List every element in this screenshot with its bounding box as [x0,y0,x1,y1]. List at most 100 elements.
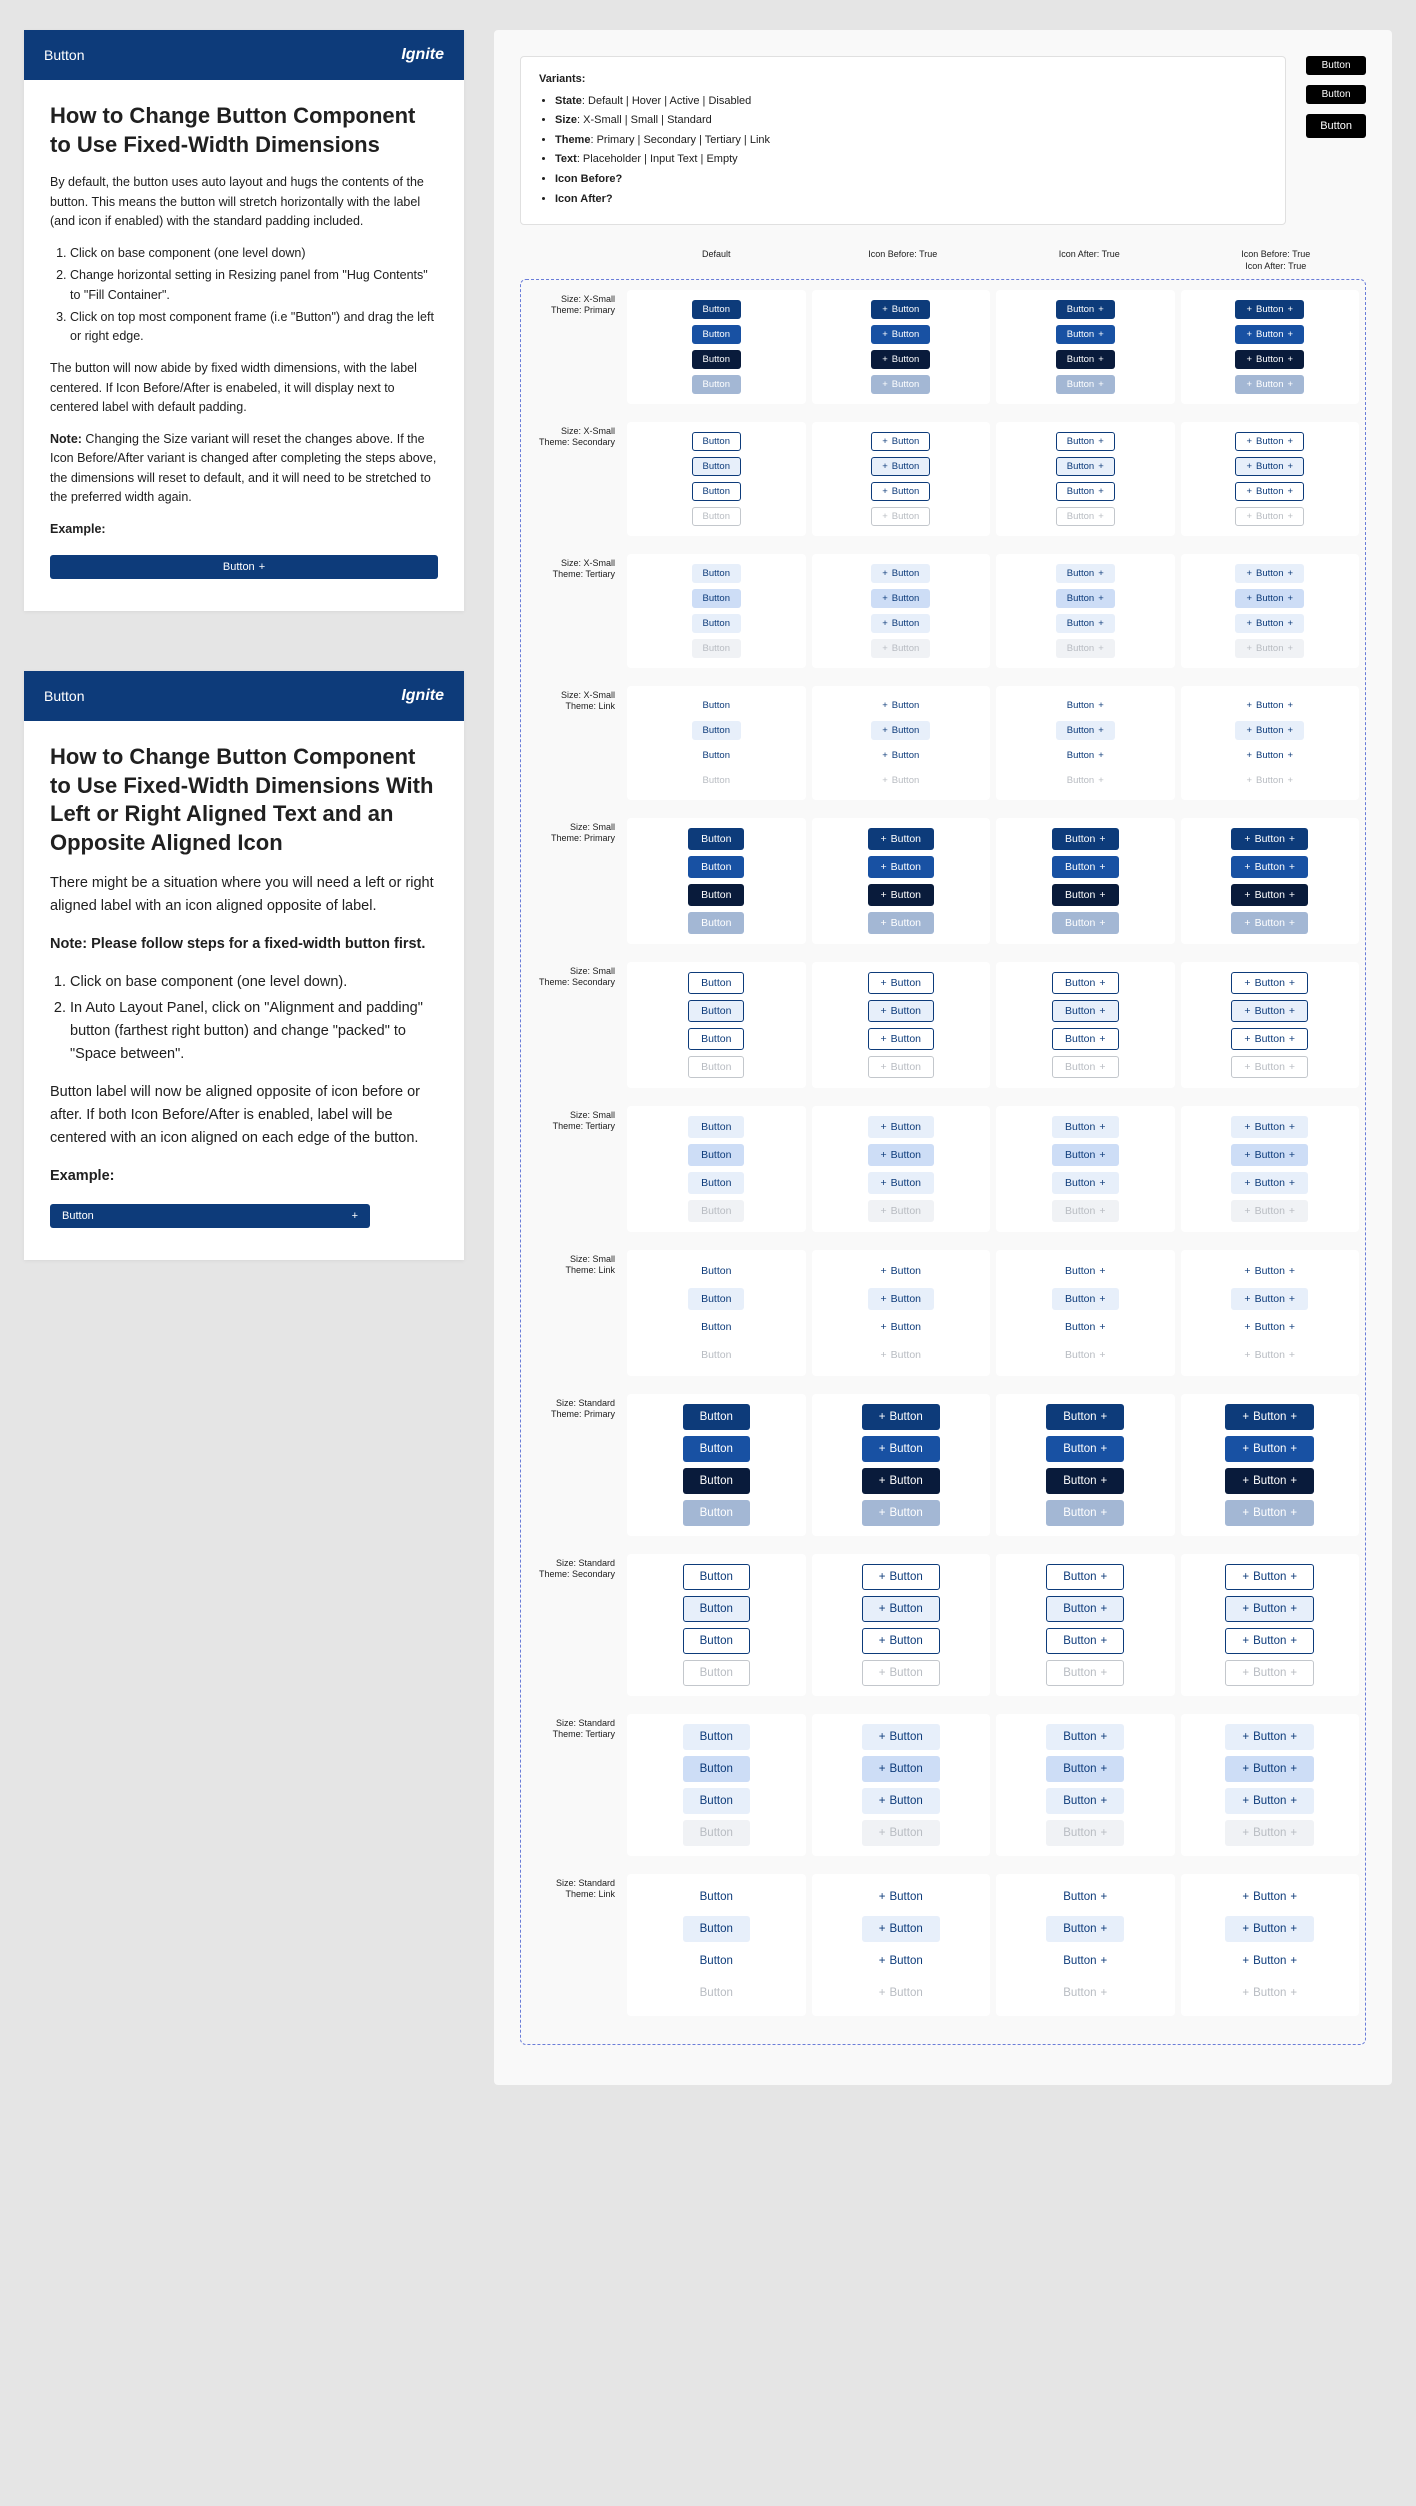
button-primary-std-active[interactable]: Button+ [1046,1468,1124,1494]
button-linkbtn-sm-default[interactable]: Button [688,1260,744,1282]
button-linkbtn-std-disabled[interactable]: +Button [862,1980,940,2006]
button-secondary-sm-active[interactable]: Button+ [1052,1028,1119,1050]
button-linkbtn-xs-hover[interactable]: Button [692,721,741,740]
button-linkbtn-sm-active[interactable]: +Button+ [1231,1316,1308,1338]
button-tertiary-sm-default[interactable]: Button+ [1052,1116,1119,1138]
button-secondary-xs-default[interactable]: +Button [871,432,930,451]
button-linkbtn-std-default[interactable]: Button+ [1046,1884,1124,1910]
button-linkbtn-xs-disabled[interactable]: +Button+ [1235,771,1304,790]
button-primary-xs-active[interactable]: +Button [871,350,930,369]
button-primary-sm-disabled[interactable]: Button+ [1052,912,1119,934]
button-primary-std-default[interactable]: +Button+ [1225,1404,1314,1430]
button-primary-sm-hover[interactable]: +Button+ [1231,856,1308,878]
button-primary-sm-default[interactable]: +Button [868,828,935,850]
button-secondary-std-disabled[interactable]: Button+ [1046,1660,1124,1686]
button-secondary-std-hover[interactable]: +Button+ [1225,1596,1314,1622]
button-primary-xs-active[interactable]: +Button+ [1235,350,1304,369]
button-secondary-std-hover[interactable]: +Button [862,1596,940,1622]
button-primary-std-active[interactable]: +Button+ [1225,1468,1314,1494]
button-tertiary-xs-active[interactable]: Button+ [1056,614,1115,633]
button-primary-xs-disabled[interactable]: Button+ [1056,375,1115,394]
button-tertiary-sm-hover[interactable]: +Button [868,1144,935,1166]
button-tertiary-std-hover[interactable]: +Button+ [1225,1756,1314,1782]
button-linkbtn-sm-hover[interactable]: Button+ [1052,1288,1119,1310]
button-linkbtn-xs-disabled[interactable]: Button [692,771,741,790]
button-linkbtn-sm-default[interactable]: +Button+ [1231,1260,1308,1282]
button-linkbtn-sm-disabled[interactable]: +Button [868,1344,935,1366]
button-tertiary-std-disabled[interactable]: +Button+ [1225,1820,1314,1846]
button-primary-xs-disabled[interactable]: +Button [871,375,930,394]
button-linkbtn-xs-hover[interactable]: +Button [871,721,930,740]
button-tertiary-xs-disabled[interactable]: +Button+ [1235,639,1304,658]
button-secondary-std-disabled[interactable]: +Button [862,1660,940,1686]
button-primary-sm-hover[interactable]: Button+ [1052,856,1119,878]
button-primary-std-default[interactable]: Button [683,1404,750,1430]
button-secondary-sm-active[interactable]: Button [688,1028,744,1050]
button-secondary-xs-disabled[interactable]: +Button [871,507,930,526]
button-linkbtn-xs-default[interactable]: +Button [871,696,930,715]
button-secondary-std-disabled[interactable]: Button [683,1660,750,1686]
button-linkbtn-xs-active[interactable]: Button+ [1056,746,1115,765]
button-secondary-std-active[interactable]: +Button+ [1225,1628,1314,1654]
button-tertiary-sm-disabled[interactable]: +Button+ [1231,1200,1308,1222]
example-button-space-between[interactable]: Button + [50,1204,370,1228]
button-linkbtn-sm-hover[interactable]: +Button [868,1288,935,1310]
button-tertiary-xs-hover[interactable]: +Button [871,589,930,608]
button-tertiary-xs-disabled[interactable]: Button [692,639,741,658]
button-tertiary-std-active[interactable]: +Button+ [1225,1788,1314,1814]
button-secondary-std-default[interactable]: +Button [862,1564,940,1590]
sample-button-std[interactable]: Button [1306,114,1366,138]
button-primary-sm-default[interactable]: +Button+ [1231,828,1308,850]
button-secondary-sm-disabled[interactable]: Button+ [1052,1056,1119,1078]
button-tertiary-xs-active[interactable]: +Button+ [1235,614,1304,633]
button-tertiary-std-disabled[interactable]: Button [683,1820,750,1846]
button-primary-xs-default[interactable]: Button+ [1056,300,1115,319]
button-linkbtn-std-hover[interactable]: +Button+ [1225,1916,1314,1942]
button-tertiary-sm-disabled[interactable]: Button [688,1200,744,1222]
button-linkbtn-sm-disabled[interactable]: +Button+ [1231,1344,1308,1366]
button-linkbtn-sm-default[interactable]: Button+ [1052,1260,1119,1282]
button-secondary-std-active[interactable]: +Button [862,1628,940,1654]
button-linkbtn-std-active[interactable]: +Button+ [1225,1948,1314,1974]
button-secondary-sm-disabled[interactable]: Button [688,1056,744,1078]
button-secondary-sm-active[interactable]: +Button [868,1028,935,1050]
button-secondary-xs-active[interactable]: +Button [871,482,930,501]
button-tertiary-xs-default[interactable]: Button [692,564,741,583]
button-secondary-sm-hover[interactable]: Button+ [1052,1000,1119,1022]
button-secondary-xs-default[interactable]: Button+ [1056,432,1115,451]
button-tertiary-sm-default[interactable]: +Button [868,1116,935,1138]
button-tertiary-sm-hover[interactable]: Button+ [1052,1144,1119,1166]
button-tertiary-xs-default[interactable]: +Button+ [1235,564,1304,583]
button-tertiary-std-default[interactable]: Button [683,1724,750,1750]
button-primary-std-active[interactable]: +Button [862,1468,940,1494]
button-linkbtn-xs-hover[interactable]: +Button+ [1235,721,1304,740]
button-linkbtn-std-active[interactable]: +Button [862,1948,940,1974]
button-primary-sm-disabled[interactable]: +Button [868,912,935,934]
button-tertiary-sm-default[interactable]: +Button+ [1231,1116,1308,1138]
button-tertiary-sm-active[interactable]: Button [688,1172,744,1194]
button-primary-xs-active[interactable]: Button+ [1056,350,1115,369]
button-linkbtn-xs-active[interactable]: +Button [871,746,930,765]
button-secondary-sm-hover[interactable]: Button [688,1000,744,1022]
button-secondary-xs-default[interactable]: +Button+ [1235,432,1304,451]
button-tertiary-std-default[interactable]: +Button [862,1724,940,1750]
button-primary-std-default[interactable]: +Button [862,1404,940,1430]
button-primary-sm-default[interactable]: Button [688,828,744,850]
button-primary-std-hover[interactable]: +Button [862,1436,940,1462]
button-secondary-xs-active[interactable]: Button+ [1056,482,1115,501]
button-linkbtn-xs-disabled[interactable]: +Button [871,771,930,790]
button-primary-std-hover[interactable]: Button+ [1046,1436,1124,1462]
button-primary-xs-default[interactable]: Button [692,300,741,319]
button-primary-xs-hover[interactable]: +Button+ [1235,325,1304,344]
button-tertiary-std-active[interactable]: Button+ [1046,1788,1124,1814]
button-linkbtn-std-disabled[interactable]: Button+ [1046,1980,1124,2006]
button-linkbtn-xs-default[interactable]: +Button+ [1235,696,1304,715]
button-linkbtn-std-hover[interactable]: Button+ [1046,1916,1124,1942]
button-secondary-std-disabled[interactable]: +Button+ [1225,1660,1314,1686]
button-tertiary-sm-active[interactable]: +Button [868,1172,935,1194]
button-secondary-std-default[interactable]: Button [683,1564,750,1590]
button-linkbtn-std-default[interactable]: +Button+ [1225,1884,1314,1910]
button-tertiary-std-default[interactable]: Button+ [1046,1724,1124,1750]
button-primary-sm-hover[interactable]: +Button [868,856,935,878]
button-secondary-xs-hover[interactable]: Button [692,457,741,476]
